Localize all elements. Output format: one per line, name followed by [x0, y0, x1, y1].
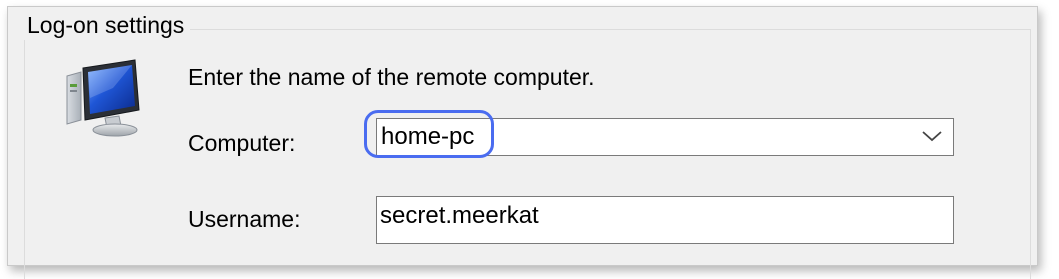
- username-input[interactable]: secret.meerkat: [376, 196, 954, 244]
- computer-combobox[interactable]: home-pc: [376, 118, 954, 156]
- screenshot-canvas: Log-on settings Enter the name of the re…: [0, 0, 1059, 279]
- username-label: Username:: [188, 206, 301, 232]
- computer-monitor-icon: [66, 59, 140, 137]
- instruction-text: Enter the name of the remote computer.: [188, 64, 595, 90]
- computer-value[interactable]: home-pc: [381, 123, 474, 151]
- computer-label: Computer:: [188, 130, 296, 156]
- chevron-down-icon[interactable]: [921, 129, 943, 143]
- username-value[interactable]: secret.meerkat: [380, 202, 539, 230]
- groupbox-title: Log-on settings: [18, 10, 191, 40]
